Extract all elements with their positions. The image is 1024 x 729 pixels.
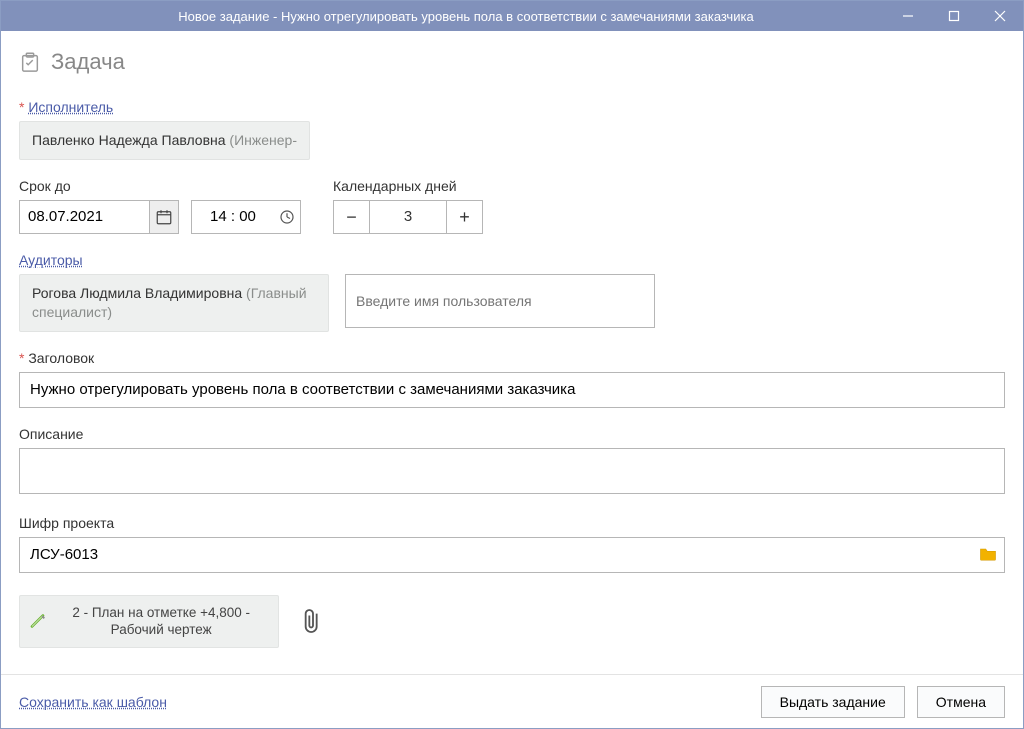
footer: Сохранить как шаблон Выдать задание Отме… xyxy=(1,674,1023,728)
folder-icon xyxy=(979,545,997,561)
date-field[interactable] xyxy=(20,201,149,233)
maximize-icon xyxy=(948,10,960,22)
stepper-decrement[interactable]: − xyxy=(334,201,370,233)
auditor-chip[interactable]: Рогова Людмила Владимировна (Главный спе… xyxy=(19,274,329,332)
auditors-label[interactable]: Аудиторы xyxy=(19,252,1005,268)
executor-chip[interactable]: Павленко Надежда Павловна (Инженер- xyxy=(19,121,310,160)
calendar-days-label: Календарных дней xyxy=(333,178,483,194)
title-label: Заголовок xyxy=(19,350,1005,366)
time-field[interactable] xyxy=(192,201,274,233)
window-buttons xyxy=(885,1,1023,31)
title-input[interactable] xyxy=(19,372,1005,408)
description-label: Описание xyxy=(19,426,1005,442)
executor-role: (Инженер- xyxy=(226,132,297,148)
project-code-browse[interactable] xyxy=(979,545,997,564)
close-icon xyxy=(994,10,1006,22)
cancel-button[interactable]: Отмена xyxy=(917,686,1005,718)
time-input[interactable] xyxy=(191,200,301,234)
window-root: Новое задание - Нужно отрегулировать уро… xyxy=(0,0,1024,729)
attach-button[interactable] xyxy=(297,601,329,641)
description-input[interactable] xyxy=(19,448,1005,494)
auditor-add-input[interactable] xyxy=(345,274,655,328)
titlebar: Новое задание - Нужно отрегулировать уро… xyxy=(1,1,1023,31)
calendar-button[interactable] xyxy=(149,201,178,233)
calendar-icon xyxy=(155,208,173,226)
page-header: Задача xyxy=(19,49,1005,75)
project-code-label: Шифр проекта xyxy=(19,515,1005,531)
page-title: Задача xyxy=(51,49,125,75)
form: Исполнитель Павленко Надежда Павловна (И… xyxy=(19,99,1005,674)
executor-label[interactable]: Исполнитель xyxy=(19,99,1005,115)
project-code-input[interactable] xyxy=(19,537,1005,573)
deadline-label: Срок до xyxy=(19,178,301,194)
paperclip-icon xyxy=(302,606,324,636)
calendar-days-value: 3 xyxy=(370,208,446,225)
attachment-name: 2 - План на отметке +4,800 - Рабочий чер… xyxy=(56,604,266,639)
calendar-days-stepper[interactable]: − 3 + xyxy=(333,200,483,234)
clock-icon xyxy=(278,208,296,226)
minimize-icon xyxy=(902,10,914,22)
close-button[interactable] xyxy=(977,1,1023,31)
submit-button[interactable]: Выдать задание xyxy=(761,686,905,718)
clock-button[interactable] xyxy=(274,201,300,233)
minimize-button[interactable] xyxy=(885,1,931,31)
window-title: Новое задание - Нужно отрегулировать уро… xyxy=(47,9,885,24)
drawing-icon xyxy=(30,610,46,632)
auditor-name: Рогова Людмила Владимировна xyxy=(32,285,242,301)
task-icon xyxy=(19,51,41,73)
content: Задача Исполнитель Павленко Надежда Павл… xyxy=(1,31,1023,674)
executor-name: Павленко Надежда Павловна xyxy=(32,132,226,148)
stepper-increment[interactable]: + xyxy=(446,201,482,233)
maximize-button[interactable] xyxy=(931,1,977,31)
date-input[interactable] xyxy=(19,200,179,234)
attachment-chip[interactable]: 2 - План на отметке +4,800 - Рабочий чер… xyxy=(19,595,279,648)
save-as-template-link[interactable]: Сохранить как шаблон xyxy=(19,694,167,710)
